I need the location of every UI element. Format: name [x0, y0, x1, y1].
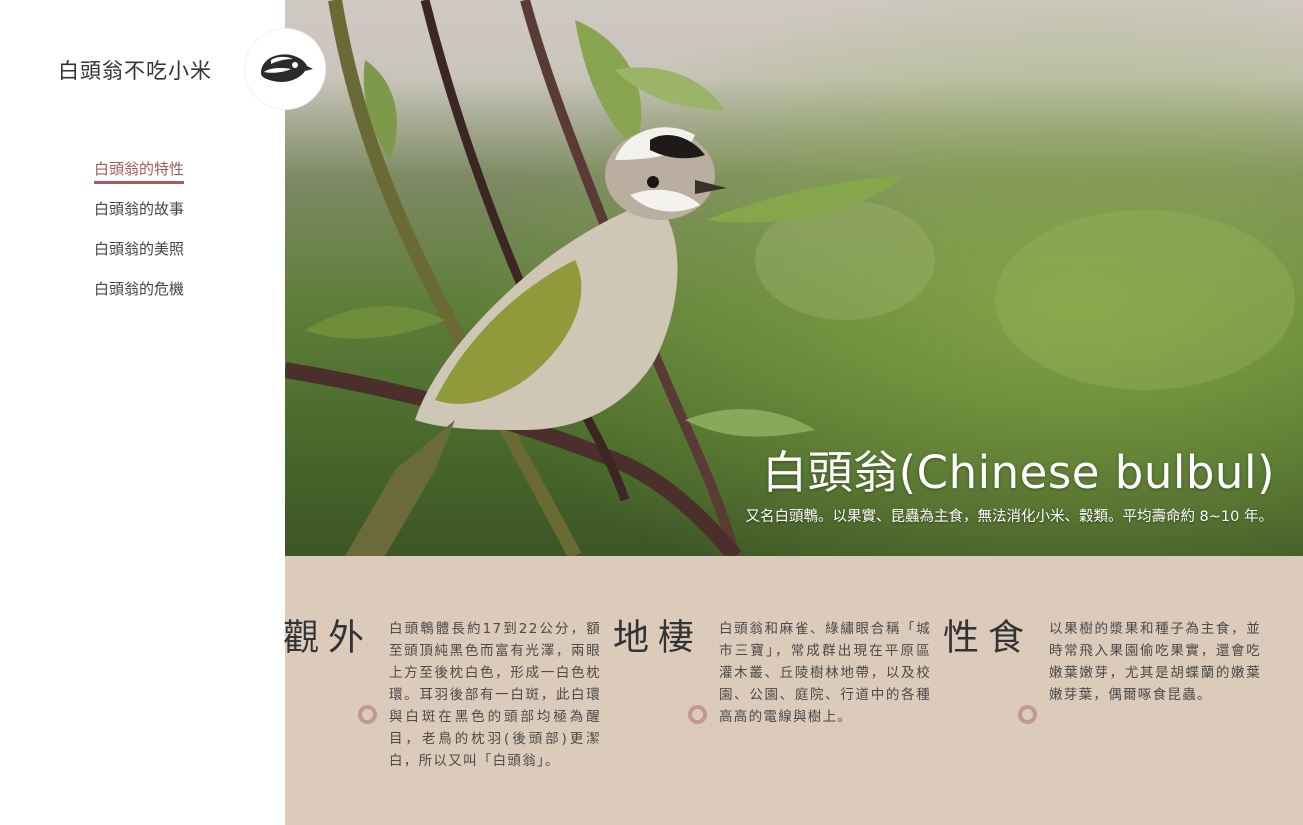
site-title[interactable]: 白頭翁不吃小米 [58, 55, 212, 85]
card-text: 以果樹的漿果和種子為主食，並時常飛入果園偷吃果實，還會吃嫩葉嫩芽，尤其是胡蝶蘭的… [1049, 621, 1261, 703]
nav-item-label: 白頭翁的特性 [94, 157, 185, 184]
card-heading: 棲地 [607, 618, 693, 658]
nav-item-label: 白頭翁的危機 [94, 280, 185, 298]
hero-subtitle: 又名白頭鵯。以果實、昆蟲為主食，無法消化小米、穀類。平均壽命約 8~10 年。 [745, 509, 1273, 525]
bullet-dot [688, 705, 707, 724]
sidebar: 白頭翁不吃小米 白頭翁的特性 白頭翁的故事 白頭翁的美照 白頭翁的危機 [0, 0, 325, 825]
nav-item-label: 白頭翁的故事 [94, 200, 185, 218]
nav-item-crisis[interactable]: 白頭翁的危機 [94, 276, 184, 316]
bullet-dot [1018, 705, 1037, 724]
card-text: 白頭翁和麻雀、綠繡眼合稱「城市三寶」，常成群出現在平原區灌木叢、丘陵樹林地帶，以… [719, 621, 931, 725]
nav-item-features[interactable]: 白頭翁的特性 [94, 156, 185, 196]
nav-item-story[interactable]: 白頭翁的故事 [94, 196, 184, 236]
bullet-dot [358, 705, 377, 724]
card-heading: 食性 [937, 618, 1023, 658]
nav-item-photos[interactable]: 白頭翁的美照 [94, 236, 184, 276]
hero-title: 白頭翁(Chinese bulbul) [762, 446, 1275, 499]
hero-banner: 白頭翁(Chinese bulbul) 又名白頭鵯。以果實、昆蟲為主食，無法消化… [285, 0, 1303, 556]
nav-item-label: 白頭翁的美照 [94, 240, 185, 258]
info-section: 外觀 白頭鵯體長約17到22公分，額至頭頂純黑色而富有光澤，兩眼上方至後枕白色，… [277, 556, 1303, 825]
bulbul-head-icon[interactable] [245, 29, 325, 109]
side-nav: 白頭翁的特性 白頭翁的故事 白頭翁的美照 白頭翁的危機 [94, 156, 185, 316]
card-heading: 外觀 [277, 618, 363, 658]
card-text: 白頭鵯體長約17到22公分，額至頭頂純黑色而富有光澤，兩眼上方至後枕白色，形成一… [389, 621, 601, 769]
